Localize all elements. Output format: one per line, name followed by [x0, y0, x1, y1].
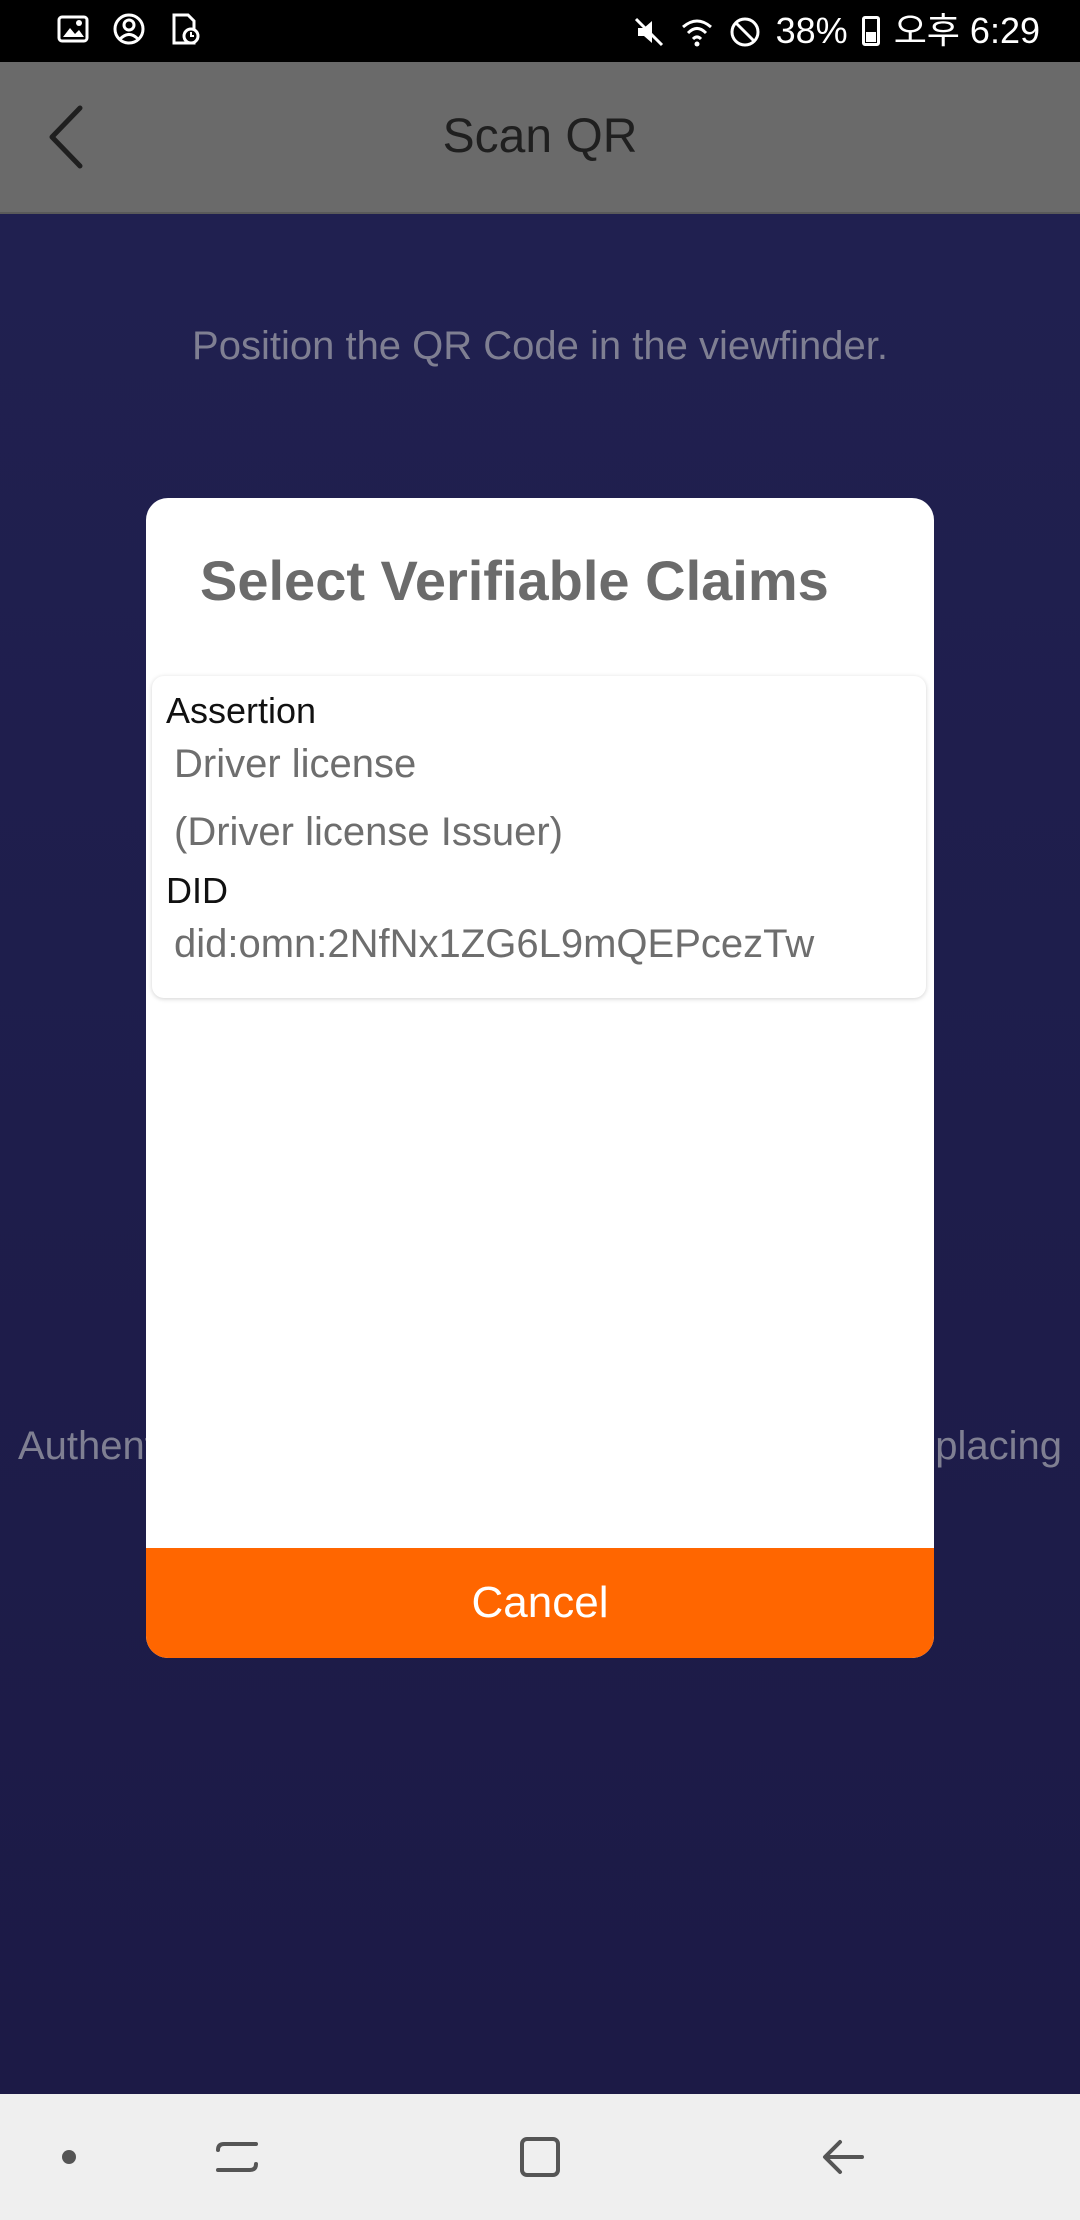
hint-text-left: Authent: [18, 1424, 156, 1468]
claim-card[interactable]: Assertion Driver license (Driver license…: [152, 676, 926, 998]
gallery-icon: [56, 12, 90, 46]
account-circle-icon: [112, 12, 146, 46]
do-not-disturb-icon: [728, 14, 762, 48]
battery-percent: 38%: [775, 10, 848, 51]
dialog-title: Select Verifiable Claims: [200, 549, 829, 612]
dot-icon[interactable]: [44, 2132, 94, 2182]
system-icons: 38% 오후 6:29: [632, 8, 1040, 54]
back-arrow-icon[interactable]: [818, 2132, 868, 2182]
status-bar: 38% 오후 6:29: [0, 0, 1080, 62]
scan-instruction: Position the QR Code in the viewfinder.: [192, 324, 888, 368]
home-icon[interactable]: [515, 2132, 565, 2182]
file-clock-icon: [168, 12, 202, 46]
cancel-button[interactable]: Cancel: [146, 1548, 934, 1658]
assertion-value: Driver license: [174, 742, 417, 786]
notification-icons: [56, 12, 202, 46]
battery-icon: [861, 16, 880, 46]
assertion-label: Assertion: [166, 690, 317, 731]
did-value: did:omn:2NfNx1ZG6L9mQEPcezTw: [174, 922, 815, 966]
mute-icon: [632, 14, 666, 48]
hint-text-right: placing: [935, 1424, 1062, 1468]
recent-apps-icon[interactable]: [212, 2132, 262, 2182]
page-title: Scan QR: [442, 110, 638, 163]
issuer-value: (Driver license Issuer): [174, 810, 563, 854]
system-nav-bar: [0, 2094, 1080, 2220]
wifi-icon: [680, 14, 714, 48]
app-bar: Scan QR: [0, 62, 1080, 214]
did-label: DID: [166, 870, 228, 911]
clock: 오후 6:29: [893, 10, 1040, 51]
select-claims-dialog: Select Verifiable Claims Assertion Drive…: [146, 498, 934, 1658]
